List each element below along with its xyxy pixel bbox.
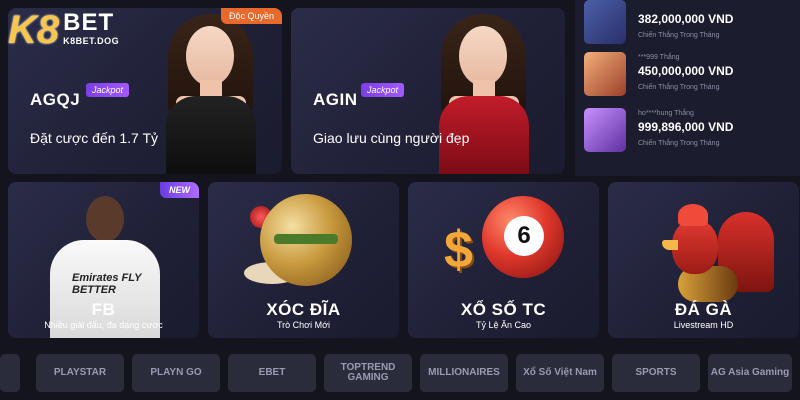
provider-logo[interactable]: SPORTS (612, 354, 700, 392)
card-subtitle: Livestream HD (673, 320, 734, 330)
game-thumbnail-image (584, 0, 626, 44)
provider-logo[interactable]: AG Asia Gaming (708, 354, 792, 392)
card-title: AGIN (313, 90, 358, 109)
xoc-dia-bowl-image (260, 194, 352, 286)
logo-mark: K8 (8, 8, 60, 52)
card-subtitle: Tỷ Lệ Ăn Cao (475, 320, 532, 330)
provider-logo[interactable]: PLAYSTAR (36, 354, 124, 392)
dealer-portrait-image (158, 14, 263, 174)
jackpot-badge: Jackpot (361, 83, 405, 97)
winner-item: ho****hung Thắng 999,896,000 VND Chiến T… (584, 108, 794, 158)
card-title: XÓC ĐĨA (266, 300, 341, 319)
provider-logo[interactable]: Xổ Số Việt Nam (516, 354, 604, 392)
winner-label: Chiến Thắng Trong Tháng (638, 140, 720, 147)
provider-logo[interactable]: TOPTREND GAMING (324, 354, 412, 392)
exclusive-badge: Độc Quyền (220, 8, 282, 24)
k8bet-logo[interactable]: K8 BET K8BET.DOG (8, 8, 120, 52)
winner-item: ***999 Thắng 450,000,000 VND Chiến Thắng… (584, 52, 794, 102)
card-subtitle: Nhiều giải đấu, đa dạng cược (44, 320, 163, 330)
card-daga[interactable]: ĐÁ GÀ Livestream HD (608, 182, 799, 338)
provider-logo[interactable]: EBET (228, 354, 316, 392)
shirt-text: Emirates FLY BETTER (72, 272, 142, 296)
card-xocdia[interactable]: XÓC ĐĨA Trò Chơi Mới (208, 182, 399, 338)
jackpot-badge: Jackpot (86, 83, 130, 97)
logo-domain: K8BET.DOG (63, 36, 120, 46)
card-subtitle: Trò Chơi Mới (277, 320, 330, 330)
rooster-image (648, 200, 774, 302)
provider-logo[interactable] (0, 354, 20, 392)
card-title: AGQJ (30, 90, 81, 109)
new-badge: NEW (160, 182, 199, 198)
winner-user: ***999 Thắng (638, 54, 680, 61)
winner-amount: 999,896,000 VND (638, 120, 734, 134)
game-thumbnail-image (584, 108, 626, 152)
card-agin[interactable]: AGIN Jackpot Giao lưu cùng người đẹp (291, 8, 565, 174)
provider-logo[interactable]: PLAYN GO (132, 354, 220, 392)
dollar-sign-icon: $ (444, 221, 473, 279)
ball-number: 6 (504, 216, 544, 256)
provider-logo[interactable]: MILLIONAIRES (420, 354, 508, 392)
dealer-portrait-image (431, 14, 536, 174)
lottery-ball-image: 6 (482, 196, 564, 278)
winner-user: ho****hung Thắng (638, 110, 694, 117)
card-title: FB (91, 300, 116, 319)
logo-brand: BET (63, 9, 115, 36)
card-xoso[interactable]: 6 $ XỔ SỐ TC Tỷ Lệ Ăn Cao (408, 182, 599, 338)
winner-amount: 382,000,000 VND (638, 12, 734, 26)
winner-label: Chiến Thắng Trong Tháng (638, 32, 720, 39)
card-title: ĐÁ GÀ (674, 300, 733, 319)
providers-strip: PLAYSTAR PLAYN GO EBET TOPTREND GAMING M… (0, 348, 800, 400)
card-subtitle: Đặt cược đến 1.7 Tỷ (30, 130, 159, 146)
winner-label: Chiến Thắng Trong Tháng (638, 84, 720, 91)
card-subtitle: Giao lưu cùng người đẹp (313, 130, 470, 146)
winner-amount: 450,000,000 VND (638, 64, 734, 78)
card-title: XỔ SỐ TC (460, 300, 547, 319)
winners-panel: 382,000,000 VND Chiến Thắng Trong Tháng … (575, 0, 800, 176)
card-fb[interactable]: Emirates FLY BETTER NEW FB Nhiều giải đấ… (8, 182, 199, 338)
winner-item: 382,000,000 VND Chiến Thắng Trong Tháng (584, 0, 794, 50)
game-thumbnail-image (584, 52, 626, 96)
